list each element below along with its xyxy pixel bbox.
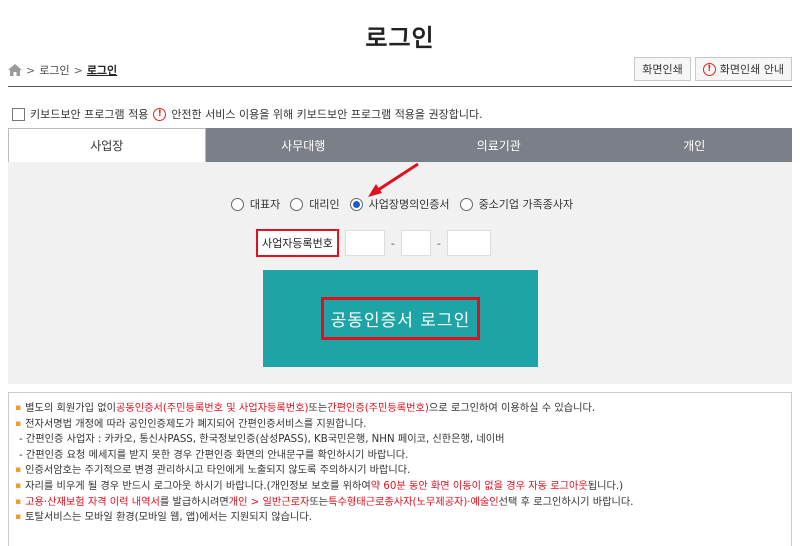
business-number-part1[interactable]	[344, 230, 385, 256]
info-line: ▪ 고용·산재보험 자격 이력 내역서 를 발급하시려면 개인 > 일반근로자 …	[15, 495, 785, 511]
radio-representative[interactable]	[230, 197, 244, 211]
business-number-row: 사업자등록번호 - -	[256, 229, 491, 257]
bullet-icon: ▪	[15, 465, 22, 476]
login-tabs: 사업장 사무대행 의료기관 개인	[8, 128, 792, 162]
business-number-dash: -	[436, 236, 441, 250]
info-text: 으로 로그인하여 이용하실 수 있습니다.	[428, 403, 596, 414]
info-line: ▪ 토탈서비스는 모바일 환경(모바일 웹, 앱)에서는 지원되지 않습니다.	[15, 510, 785, 526]
info-text-highlight: 특수형태근로종사자(노무제공자)·예술인	[328, 496, 499, 508]
info-text: 자리를 비우게 될 경우 반드시 로그아웃 하시기 바랍니다.(개인정보 보호를…	[25, 480, 371, 492]
business-number-part2[interactable]	[400, 230, 431, 256]
radio-proxy[interactable]	[290, 197, 304, 211]
page-title: 로그인	[365, 24, 435, 52]
keyboard-security-checkbox[interactable]	[12, 107, 25, 121]
bullet-icon: ▪	[15, 418, 22, 429]
info-text-highlight: 공동인증서(주민등록번호 및 사업자등록번호)	[115, 403, 309, 414]
info-text: 됩니다.)	[587, 480, 624, 492]
info-text: 전자서명법 개정에 따라 공인인증제도가 폐지되어 간편인증서비스를 지원합니다…	[25, 418, 367, 430]
radio-label: 사업장명의인증서	[368, 198, 450, 211]
radio-label: 대표자	[249, 198, 281, 211]
tab-agency[interactable]: 사무대행	[205, 128, 401, 162]
home-icon[interactable]	[8, 64, 22, 76]
info-line: ▪ 인증서암호는 주기적으로 변경 관리하시고 타인에게 노출되지 않도록 주의…	[15, 463, 785, 479]
breadcrumb-separator: >	[73, 63, 83, 77]
cert-login-label: 공동인증서 로그인	[320, 297, 481, 340]
print-guide-label: 화면인쇄 안내	[719, 63, 784, 76]
cert-login-button[interactable]: 공동인증서 로그인	[263, 270, 538, 367]
print-guide-button[interactable]: ! 화면인쇄 안내	[694, 57, 792, 81]
business-number-part3[interactable]	[446, 230, 491, 256]
business-number-label: 사업자등록번호	[256, 229, 339, 257]
bullet-icon: ▪	[15, 480, 22, 491]
info-line: - 간편인증 사업자 : 카카오, 통신사PASS, 한국정보인증(삼성PASS…	[15, 432, 785, 448]
print-label: 화면인쇄	[642, 63, 683, 76]
warning-icon: !	[702, 62, 716, 76]
radio-family-worker[interactable]	[459, 197, 473, 211]
info-text-highlight: 개인 > 일반근로자	[228, 496, 310, 508]
info-text-highlight: 고용·산재보험 자격 이력 내역서	[25, 496, 160, 508]
tab-medical[interactable]: 의료기관	[401, 128, 597, 162]
info-text-highlight: 약 60분 동안 화면 이동이 없을 경우 자동 로그아웃	[370, 480, 588, 492]
keyboard-security-notice: 안전한 서비스 이용을 위해 키보드보안 프로그램 적용을 권장합니다.	[171, 108, 483, 121]
tab-business[interactable]: 사업장	[8, 128, 206, 162]
login-type-group: 대표자 대리인 사업장명의인증서 중소기업 가족종사자	[8, 196, 792, 212]
info-line: ▪ 자리를 비우게 될 경우 반드시 로그아웃 하시기 바랍니다.(개인정보 보…	[15, 479, 785, 495]
login-panel: 대표자 대리인 사업장명의인증서 중소기업 가족종사자 사업자등록번호 - - …	[8, 162, 792, 384]
breadcrumb-current[interactable]: 로그인	[87, 62, 117, 78]
bullet-icon: ▪	[15, 512, 22, 523]
warning-icon: !	[153, 107, 167, 121]
info-text: - 간편인증 요청 메세지를 받지 못한 경우 간편인증 화면의 안내문구를 확…	[19, 449, 409, 461]
info-text: - 간편인증 사업자 : 카카오, 통신사PASS, 한국정보인증(삼성PASS…	[19, 434, 505, 446]
red-arrow-icon	[368, 162, 419, 197]
keyboard-security-row: 키보드보안 프로그램 적용 ! 안전한 서비스 이용을 위해 키보드보안 프로그…	[12, 106, 483, 122]
bullet-icon: ▪	[15, 403, 22, 413]
info-line: - 간편인증 요청 메세지를 받지 못한 경우 간편인증 화면의 안내문구를 확…	[15, 448, 785, 464]
breadcrumb: > 로그인 > 로그인	[8, 62, 117, 78]
info-line: ▪ 전자서명법 개정에 따라 공인인증제도가 폐지되어 간편인증서비스를 지원합…	[15, 417, 785, 433]
info-text: 또는	[309, 496, 329, 508]
business-number-dash: -	[390, 236, 395, 250]
info-text: 토탈서비스는 모바일 환경(모바일 웹, 앱)에서는 지원되지 않습니다.	[25, 512, 313, 524]
keyboard-security-label: 키보드보안 프로그램 적용	[30, 108, 149, 121]
info-text: 별도의 회원가입 없이	[25, 403, 116, 414]
info-notice-box: ▪ 별도의 회원가입 없이 공동인증서(주민등록번호 및 사업자등록번호) 또는…	[8, 392, 792, 546]
tab-personal[interactable]: 개인	[596, 128, 792, 162]
info-text: 선택 후 로그인하시기 바랍니다.	[498, 496, 634, 508]
info-text: 인증서암호는 주기적으로 변경 관리하시고 타인에게 노출되지 않도록 주의하시…	[25, 465, 411, 477]
info-line: ▪ 별도의 회원가입 없이 공동인증서(주민등록번호 및 사업자등록번호) 또는…	[15, 401, 785, 417]
info-text: 또는	[308, 403, 328, 414]
bullet-icon: ▪	[15, 496, 22, 507]
print-button[interactable]: 화면인쇄	[634, 57, 691, 81]
top-buttons: 화면인쇄 ! 화면인쇄 안내	[634, 57, 792, 81]
radio-label: 중소기업 가족종사자	[478, 198, 574, 211]
breadcrumb-item-login[interactable]: 로그인	[39, 62, 69, 78]
radio-label: 대리인	[309, 198, 340, 211]
breadcrumb-separator: >	[26, 63, 36, 77]
radio-business-cert[interactable]	[349, 197, 363, 211]
info-text-highlight: 간편인증(주민등록번호)	[327, 403, 429, 414]
info-text: 를 발급하시려면	[159, 496, 229, 508]
header-divider	[8, 86, 792, 87]
